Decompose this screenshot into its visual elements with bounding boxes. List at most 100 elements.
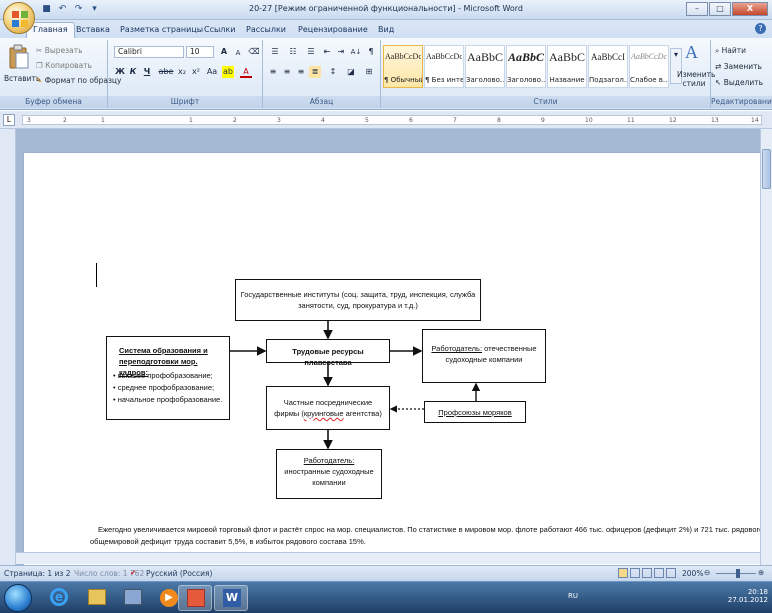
highlight-icon[interactable]: ab xyxy=(222,66,234,78)
paste-icon[interactable] xyxy=(8,44,30,70)
shading-icon[interactable]: ◪ xyxy=(343,66,359,78)
start-button[interactable] xyxy=(4,584,32,612)
style-heading1[interactable]: AaBbC Заголово... xyxy=(465,45,505,88)
cut-button[interactable]: ✂ Вырезать xyxy=(36,46,83,55)
justify-icon[interactable]: ≣ xyxy=(309,66,321,78)
change-case-button[interactable]: Aa xyxy=(204,66,220,78)
align-center-icon[interactable]: ≡ xyxy=(281,66,293,78)
style-normal[interactable]: AaBbCcDc ¶ Обычный xyxy=(383,45,423,88)
group-font: Calibri 10 A A ⌫ Ж К Ч abe x₂ x² Aa ab A… xyxy=(108,40,263,108)
align-left-icon[interactable]: ≡ xyxy=(267,66,279,78)
zoom-slider-handle[interactable] xyxy=(736,569,740,578)
minimize-button[interactable]: – xyxy=(686,2,708,16)
tab-page-layout[interactable]: Разметка страницы xyxy=(114,23,209,38)
replace-icon: ⇄ xyxy=(715,62,722,71)
horizontal-scrollbar[interactable] xyxy=(16,552,760,564)
ruler-area: 3 2 1 1 2 3 4 5 6 7 8 9 10 11 12 13 14 xyxy=(22,115,762,125)
outline-icon[interactable] xyxy=(654,568,664,578)
tab-view[interactable]: Вид xyxy=(372,23,400,38)
explorer-icon[interactable] xyxy=(80,585,114,611)
office-logo-icon xyxy=(12,11,28,27)
underline-button[interactable]: Ч xyxy=(141,66,153,78)
italic-button[interactable]: К xyxy=(127,66,139,78)
binoculars-icon: ⌕ xyxy=(715,46,720,55)
change-styles-icon[interactable]: A xyxy=(685,42,698,63)
select-button[interactable]: ↖ Выделить xyxy=(715,78,763,87)
ruler-tick: 3 xyxy=(277,117,281,124)
style-sample: AaBbCcDc xyxy=(385,52,421,61)
style-no-spacing[interactable]: AaBbCcDc ¶ Без инте... xyxy=(424,45,464,88)
sort-button[interactable]: A↓ xyxy=(349,46,363,58)
language-indicator[interactable]: Русский (Россия) xyxy=(146,569,212,578)
borders-icon[interactable]: ⊞ xyxy=(361,66,377,78)
style-subtle-emphasis[interactable]: AaBbCcDc Слабое в... xyxy=(629,45,669,88)
strikethrough-button[interactable]: abe xyxy=(158,66,174,78)
clock-time[interactable]: 20:18 xyxy=(728,588,768,596)
close-button[interactable]: X xyxy=(732,2,768,16)
tab-references[interactable]: Ссылки xyxy=(198,23,241,38)
line-spacing-icon[interactable]: ↕ xyxy=(325,66,341,78)
find-button[interactable]: ⌕ Найти xyxy=(715,46,746,56)
office-button[interactable] xyxy=(3,2,35,34)
show-marks-button[interactable]: ¶ xyxy=(365,46,377,58)
taskbar-app-button[interactable] xyxy=(178,585,212,611)
ribbon-tabs: Главная Вставка Разметка страницы Ссылки… xyxy=(0,20,772,38)
print-layout-icon[interactable] xyxy=(618,568,628,578)
replace-button[interactable]: ⇄ Заменить xyxy=(715,62,762,71)
draft-icon[interactable] xyxy=(666,568,676,578)
document-page[interactable]: Государственные институты (соц. защита, … xyxy=(24,153,760,565)
zoom-in-icon[interactable]: ⊕ xyxy=(758,568,764,577)
style-title[interactable]: AaBbC Название xyxy=(547,45,587,88)
style-subtitle[interactable]: AaBbCcI Подзагол... xyxy=(588,45,628,88)
align-right-icon[interactable]: ≡ xyxy=(295,66,307,78)
diagram-arrows xyxy=(230,321,481,450)
spellcheck-icon[interactable]: ✔ xyxy=(130,568,136,577)
horizontal-ruler[interactable]: L 3 2 1 1 2 3 4 5 6 7 8 9 10 11 12 13 14 xyxy=(0,111,772,129)
tab-review[interactable]: Рецензирование xyxy=(292,23,374,38)
scroll-thumb[interactable] xyxy=(762,149,771,189)
zoom-out-icon[interactable]: ⊖ xyxy=(704,568,710,577)
decrease-indent-icon[interactable]: ⇤ xyxy=(321,46,333,58)
style-sample: AaBbCcDc xyxy=(631,52,667,61)
web-layout-icon[interactable] xyxy=(642,568,652,578)
language-switch[interactable]: RU xyxy=(568,592,578,600)
ruler-tick: 6 xyxy=(409,117,413,124)
paste-button[interactable]: Вставить xyxy=(4,74,40,83)
vertical-ruler[interactable] xyxy=(0,129,16,565)
ruler-tick: 11 xyxy=(627,117,635,124)
tab-mailings[interactable]: Рассылки xyxy=(240,23,292,38)
bold-button[interactable]: Ж xyxy=(114,66,126,78)
help-icon[interactable]: ? xyxy=(755,23,766,34)
subscript-button[interactable]: x₂ xyxy=(176,66,188,78)
clock-date[interactable]: 27.01.2012 xyxy=(728,596,768,604)
change-styles-button[interactable]: Изменить стили xyxy=(677,70,715,88)
group-editing: ⌕ Найти ⇄ Заменить ↖ Выделить Редактиров… xyxy=(711,40,772,108)
ie-icon[interactable]: e xyxy=(42,585,76,611)
font-size-select[interactable]: 10 xyxy=(186,46,214,58)
numbering-icon[interactable]: ☷ xyxy=(285,46,301,58)
vertical-scrollbar[interactable] xyxy=(760,129,772,565)
clear-format-icon[interactable]: ⌫ xyxy=(248,46,260,58)
tab-insert[interactable]: Вставка xyxy=(70,23,116,38)
clipboard-group-label: Буфер обмена xyxy=(0,96,107,108)
bullets-icon[interactable]: ☰ xyxy=(267,46,283,58)
style-heading2[interactable]: AaBbC Заголово... xyxy=(506,45,546,88)
font-color-icon[interactable]: A xyxy=(240,66,252,78)
increase-indent-icon[interactable]: ⇥ xyxy=(335,46,347,58)
window-controls: – □ X xyxy=(685,2,768,16)
ruler-tick: 13 xyxy=(711,117,719,124)
tab-selector[interactable]: L xyxy=(3,114,15,126)
font-name-select[interactable]: Calibri xyxy=(114,46,184,58)
page-count[interactable]: Страница: 1 из 2 xyxy=(4,569,71,578)
copy-button[interactable]: ❐ Копировать xyxy=(36,61,92,70)
full-screen-icon[interactable] xyxy=(630,568,640,578)
shrink-font-button[interactable]: A xyxy=(232,47,244,59)
superscript-button[interactable]: x² xyxy=(190,66,202,78)
word-taskbar-button[interactable]: W xyxy=(214,585,248,611)
multilevel-list-icon[interactable]: ☰ xyxy=(303,46,319,58)
zoom-level[interactable]: 200% xyxy=(682,569,703,578)
brush-icon: ✎ xyxy=(36,76,43,85)
maximize-button[interactable]: □ xyxy=(709,2,731,16)
app-icon[interactable] xyxy=(116,585,150,611)
grow-font-button[interactable]: A xyxy=(218,46,230,58)
